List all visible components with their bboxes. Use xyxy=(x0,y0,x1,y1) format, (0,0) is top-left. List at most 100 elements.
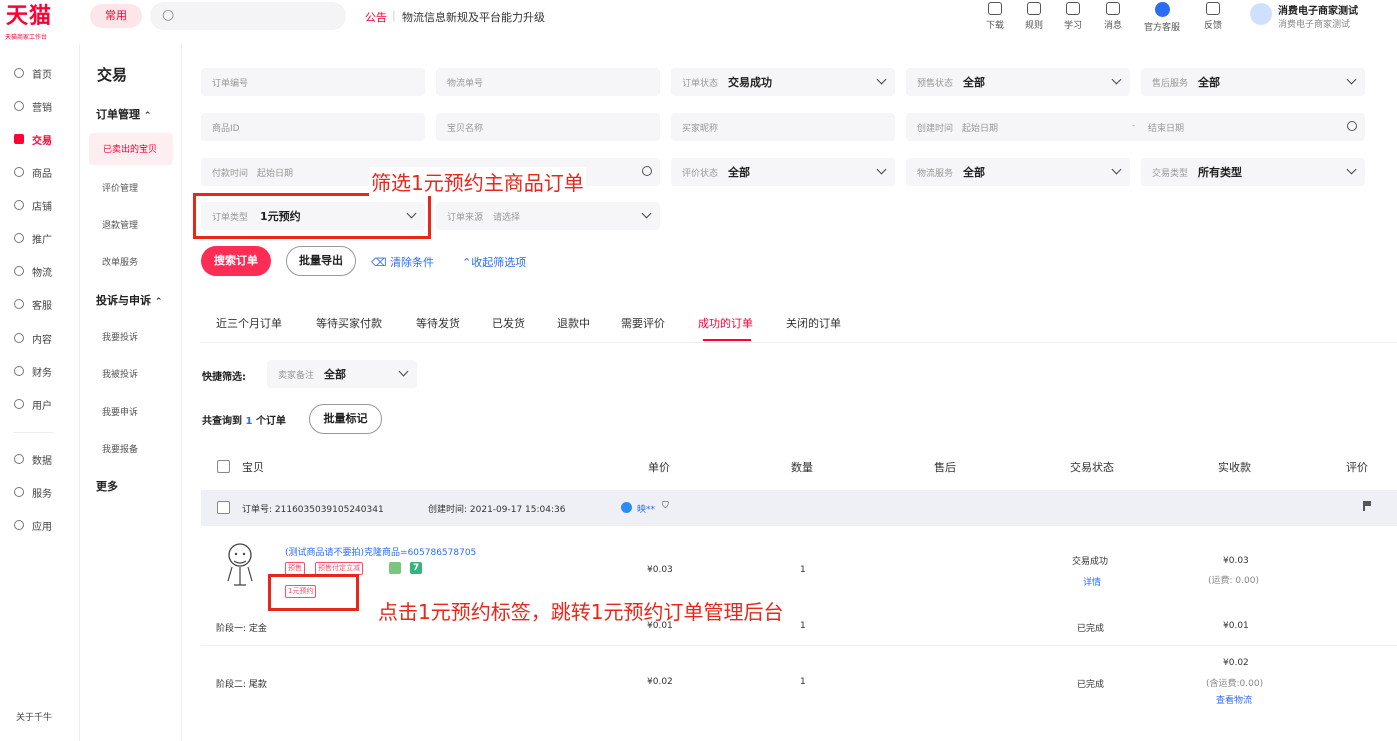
about-link[interactable]: 关于千牛 xyxy=(16,710,52,723)
field-value: 全部 xyxy=(1198,76,1220,89)
start-date-input[interactable]: 起始日期 xyxy=(962,121,998,134)
field-label: 评价状态 xyxy=(682,169,719,179)
nav-item-shop[interactable]: 店铺 xyxy=(0,194,80,218)
nav-item-marketing[interactable]: 营销 xyxy=(0,95,80,119)
nav-item-trade[interactable]: 交易 xyxy=(0,128,80,152)
order-status-select[interactable]: 订单状态 交易成功 xyxy=(671,68,895,96)
nav-item-goods[interactable]: 商品 xyxy=(0,161,80,185)
nav-item-promotion[interactable]: 推广 xyxy=(0,227,80,251)
finance-icon xyxy=(14,366,24,376)
sub-item-report[interactable]: 我要报备 xyxy=(102,442,138,455)
chat-icon[interactable] xyxy=(621,502,632,513)
tab-awaiting-payment[interactable]: 等待买家付款 xyxy=(316,315,382,331)
tab-successful[interactable]: 成功的订单 xyxy=(698,315,753,331)
item-title-link[interactable]: (测试商品请不要拍)克隆商品=605786578705 xyxy=(285,545,476,558)
sub-item-modify[interactable]: 改单服务 xyxy=(102,255,138,268)
tool-learn[interactable]: 学习 xyxy=(1058,2,1088,31)
tool-service[interactable]: 官方客服 xyxy=(1142,2,1182,33)
stage2-status: 已完成 xyxy=(1077,680,1105,690)
tab-refunding[interactable]: 退款中 xyxy=(557,315,590,331)
tool-feedback[interactable]: 反馈 xyxy=(1198,2,1228,31)
view-logistics-link[interactable]: 查看物流 xyxy=(1216,693,1252,706)
quick-filter-label: 快捷筛选: xyxy=(202,372,246,383)
tab-closed[interactable]: 关闭的订单 xyxy=(786,315,841,331)
chevron-down-icon xyxy=(1111,74,1122,85)
trade-type-select[interactable]: 交易类型 所有类型 xyxy=(1141,158,1365,186)
search-orders-button[interactable]: 搜索订单 xyxy=(201,246,271,276)
buyer-nick-field[interactable]: 买家昵称 xyxy=(671,113,895,141)
tool-download[interactable]: 下载 xyxy=(980,2,1010,31)
item-thumbnail[interactable] xyxy=(220,541,260,591)
sub-item-appeal[interactable]: 我要申诉 xyxy=(102,405,138,418)
logistics-no-field[interactable]: 物流单号 xyxy=(436,68,660,96)
batch-export-button[interactable]: 批量导出 xyxy=(286,246,356,276)
order-source-select[interactable]: 订单来源 请选择 xyxy=(436,202,660,230)
sub-group-complaints[interactable]: 投诉与申诉 ⌃ xyxy=(96,292,162,308)
field-value: 全部 xyxy=(728,166,750,179)
logistics-service-select[interactable]: 物流服务 全部 xyxy=(906,158,1130,186)
end-date-input[interactable]: 结束日期 xyxy=(1148,121,1184,134)
item-id-field[interactable]: 商品ID xyxy=(201,113,425,141)
nav-item-services[interactable]: 服务 xyxy=(0,481,80,505)
nav-item-data[interactable]: 数据 xyxy=(0,448,80,472)
nav-item-apps[interactable]: 应用 xyxy=(0,514,80,538)
buyer-name[interactable]: 映** xyxy=(637,502,655,515)
collapse-filters-link[interactable]: ⌃收起筛选项 xyxy=(462,254,526,270)
filter-icon[interactable]: ⛉ xyxy=(662,501,669,511)
nav-item-user[interactable]: 用户 xyxy=(0,393,80,417)
global-search-input[interactable]: ○ xyxy=(150,2,346,30)
tab-recent[interactable]: 近三个月订单 xyxy=(216,315,282,331)
created-time-range[interactable]: 创建时间 起始日期 - 结束日期 xyxy=(906,113,1365,141)
sub-group-order-management[interactable]: 订单管理 ⌃ xyxy=(96,106,151,122)
avatar[interactable] xyxy=(1250,3,1272,25)
nav-label: 营销 xyxy=(32,103,52,114)
pay-start-input[interactable]: 起始日期 xyxy=(257,166,293,179)
goods-icon xyxy=(14,167,24,177)
sub-item-more[interactable]: 更多 xyxy=(96,478,118,494)
chevron-down-icon xyxy=(876,164,887,175)
tab-awaiting-shipment[interactable]: 等待发货 xyxy=(416,315,460,331)
batch-mark-button[interactable]: 批量标记 xyxy=(309,404,382,434)
user-name[interactable]: 消费电子商家测试 xyxy=(1278,2,1358,17)
review-status-select[interactable]: 评价状态 全部 xyxy=(671,158,895,186)
clear-filters-link[interactable]: ⌫ 清除条件 xyxy=(371,254,434,270)
tab-need-review[interactable]: 需要评价 xyxy=(621,315,665,331)
user-icon xyxy=(14,399,24,409)
common-button[interactable]: 常用 xyxy=(90,4,142,28)
chevron-down-icon xyxy=(1346,74,1357,85)
nav-item-service[interactable]: 客服 xyxy=(0,293,80,317)
field-label: 付款时间 xyxy=(212,169,249,179)
tmall-logo[interactable]: 天猫 xyxy=(6,4,52,30)
header-item: 宝贝 xyxy=(242,461,264,474)
nav-label: 推广 xyxy=(32,235,52,246)
trade-status: 交易成功 xyxy=(1072,557,1109,567)
logistics-icon xyxy=(14,266,24,276)
nav-label: 数据 xyxy=(32,456,52,467)
tool-rules[interactable]: 规则 xyxy=(1019,2,1049,31)
nav-item-content[interactable]: 内容 xyxy=(0,327,80,351)
sub-item-sold[interactable]: 已卖出的宝贝 xyxy=(89,133,173,165)
service-icon xyxy=(1154,2,1170,17)
nav-item-logistics[interactable]: 物流 xyxy=(0,260,80,284)
aftersale-select[interactable]: 售后服务 全部 xyxy=(1141,68,1365,96)
tool-message[interactable]: 消息 xyxy=(1098,2,1128,31)
seller-remark-select[interactable]: 卖家备注 全部 xyxy=(267,360,417,388)
header-aftersale: 售后 xyxy=(934,461,956,474)
nav-item-finance[interactable]: 财务 xyxy=(0,360,80,384)
tab-shipped[interactable]: 已发货 xyxy=(492,315,525,331)
order-checkbox[interactable] xyxy=(217,501,230,514)
field-value: 全部 xyxy=(963,76,985,89)
item-name-field[interactable]: 宝贝名称 xyxy=(436,113,660,141)
sub-item-complain[interactable]: 我要投诉 xyxy=(102,330,138,343)
sub-item-reviews[interactable]: 评价管理 xyxy=(102,181,138,194)
sub-item-complained[interactable]: 我被投诉 xyxy=(102,367,138,380)
order-no-field[interactable]: 订单编号 xyxy=(201,68,425,96)
notice-link[interactable]: 物流信息新规及平台能力升级 xyxy=(402,9,545,25)
presale-status-select[interactable]: 预售状态 全部 xyxy=(906,68,1130,96)
select-all-checkbox[interactable] xyxy=(217,460,230,473)
nav-item-home[interactable]: 首页 xyxy=(0,62,80,86)
result-suffix: 个订单 xyxy=(255,416,286,427)
detail-link[interactable]: 详情 xyxy=(1083,575,1101,588)
flag-icon[interactable] xyxy=(1363,501,1371,511)
sub-item-refunds[interactable]: 退款管理 xyxy=(102,218,138,231)
